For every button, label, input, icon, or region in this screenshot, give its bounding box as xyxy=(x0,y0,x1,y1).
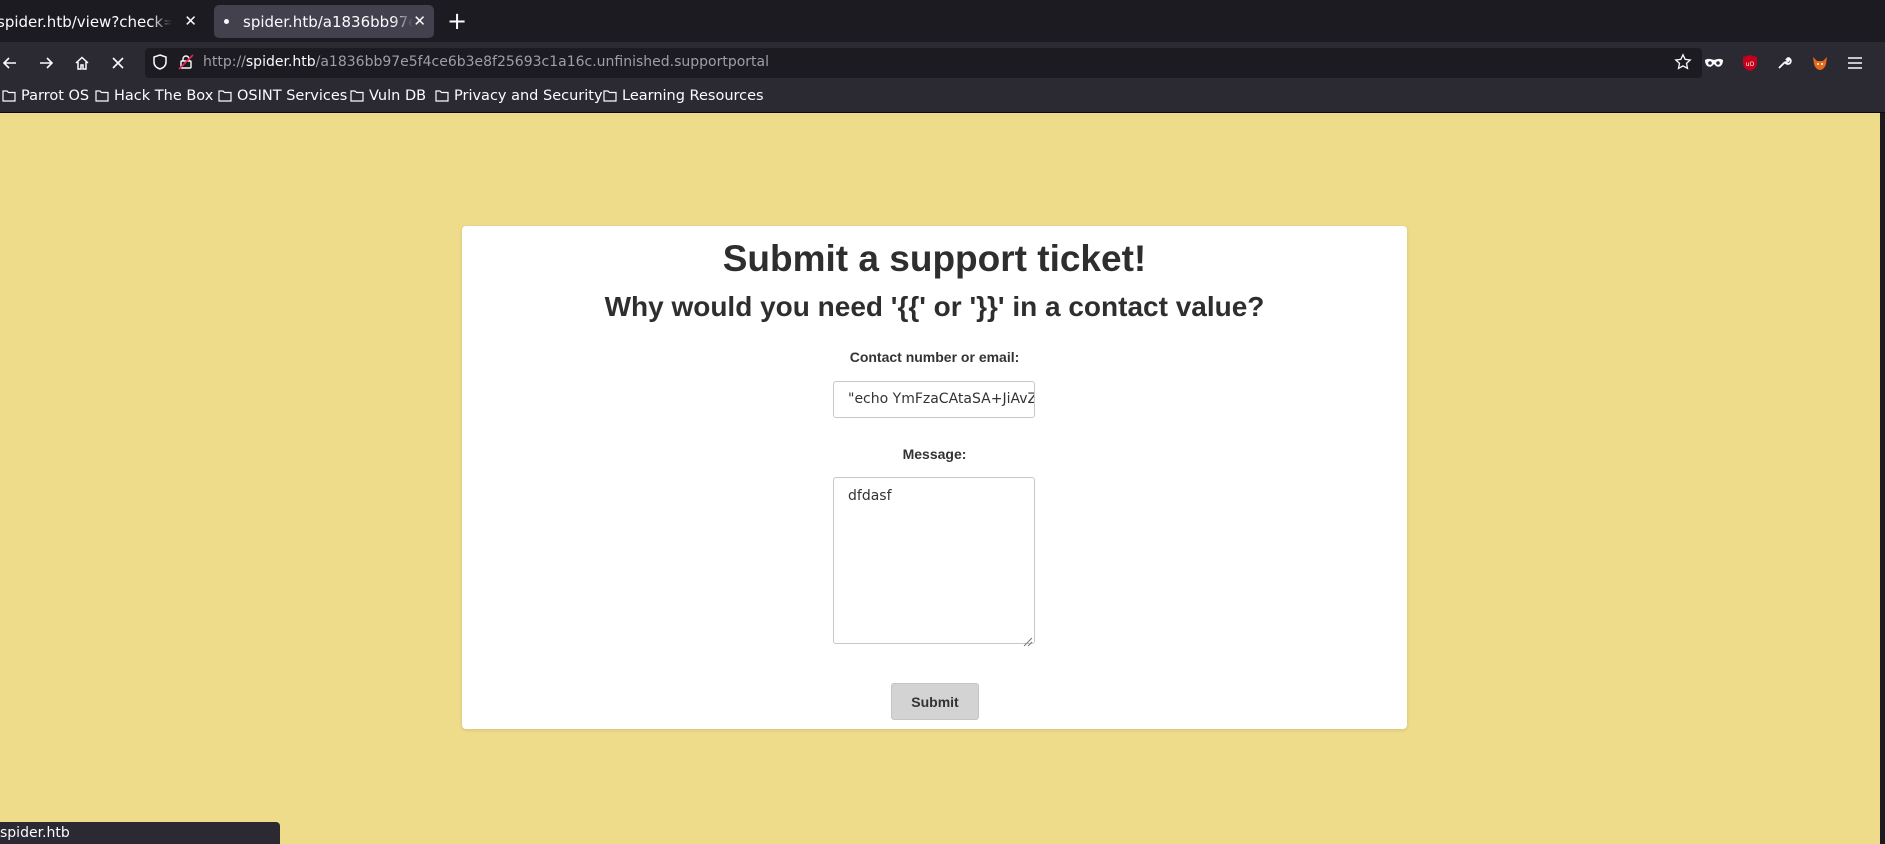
insecure-lock-icon[interactable] xyxy=(177,53,195,75)
bookmark-star-icon[interactable] xyxy=(1674,53,1692,75)
folder-icon xyxy=(218,90,232,102)
bookmark-label: Learning Resources xyxy=(622,88,764,104)
folder-icon xyxy=(350,90,364,102)
tab-support-portal[interactable]: spider.htb/a1836bb97e5f4ce6b3e8f25693c1a… xyxy=(214,5,434,38)
tab-title: spider.htb/view?check=messages xyxy=(0,12,172,31)
page-subtitle: Why would you need '{{' or '}}' in a con… xyxy=(604,291,1265,322)
url-host: spider.htb xyxy=(245,54,316,70)
message-label: Message: xyxy=(902,446,967,462)
support-ticket-card: Submit a support ticket! Why would you n… xyxy=(462,226,1407,729)
folder-icon xyxy=(603,90,617,102)
folder-icon xyxy=(95,90,109,102)
bookmark-folder-privacy-and-security[interactable]: Privacy and Security xyxy=(435,88,603,104)
home-icon[interactable] xyxy=(68,49,96,77)
private-browsing-mask-icon[interactable] xyxy=(1700,49,1728,77)
bookmark-label: Hack The Box xyxy=(114,88,214,104)
bookmark-label: Vuln DB xyxy=(369,88,427,104)
bookmark-folder-osint-services[interactable]: OSINT Services xyxy=(218,88,347,104)
window-edge xyxy=(1880,113,1885,844)
ublock-origin-icon[interactable]: uO xyxy=(1736,49,1764,77)
tab-view-messages[interactable]: spider.htb/view?check=messages ✕ xyxy=(0,5,205,38)
navigation-toolbar: http://spider.htb/a1836bb97e5f4ce6b3e8f2… xyxy=(0,42,1885,84)
loading-dot-icon xyxy=(224,19,229,24)
bookmark-folder-learning-resources[interactable]: Learning Resources xyxy=(603,88,764,104)
contact-field[interactable]: "echo YmFzaCAtaSA+JiAvZGV2L3RjcC8 xyxy=(833,381,1035,418)
close-icon[interactable]: ✕ xyxy=(413,12,426,30)
wrench-tools-icon[interactable] xyxy=(1770,49,1798,77)
folder-icon xyxy=(435,90,449,102)
tab-strip: spider.htb/view?check=messages ✕ spider.… xyxy=(0,0,1885,42)
page-title: Submit a support ticket! xyxy=(722,238,1147,279)
hamburger-menu-icon[interactable] xyxy=(1841,49,1869,77)
status-bar: spider.htb xyxy=(0,822,280,844)
bookmarks-toolbar: Parrot OS Hack The Box OSINT Services Vu… xyxy=(0,84,1885,113)
svg-text:uO: uO xyxy=(1746,61,1755,68)
foxyproxy-icon[interactable] xyxy=(1806,49,1834,77)
new-tab-icon[interactable]: + xyxy=(447,6,467,36)
url-scheme: http:// xyxy=(203,54,246,70)
page-content: Submit a support ticket! Why would you n… xyxy=(0,113,1880,844)
bookmark-label: OSINT Services xyxy=(237,88,348,104)
message-textarea[interactable]: dfdasf xyxy=(833,477,1035,644)
forward-icon[interactable] xyxy=(32,49,60,77)
folder-icon xyxy=(2,90,16,102)
tracking-protection-shield-icon[interactable] xyxy=(151,53,169,75)
bookmark-folder-vuln-db[interactable]: Vuln DB xyxy=(350,88,426,104)
url-path: /a1836bb97e5f4ce6b3e8f25693c1a16c.unfini… xyxy=(315,54,770,70)
close-icon[interactable]: ✕ xyxy=(184,12,197,30)
url-bar[interactable]: http://spider.htb/a1836bb97e5f4ce6b3e8f2… xyxy=(145,48,1702,78)
tab-title: spider.htb/a1836bb97e5f4ce6b3e8f25693c1a… xyxy=(243,12,413,31)
submit-button[interactable]: Submit xyxy=(891,683,979,720)
bookmark-folder-hack-the-box[interactable]: Hack The Box xyxy=(95,88,213,104)
bookmark-folder-parrot-os[interactable]: Parrot OS xyxy=(2,88,89,104)
bookmark-label: Privacy and Security xyxy=(454,88,603,104)
resize-grip-icon[interactable] xyxy=(1023,632,1033,651)
contact-label: Contact number or email: xyxy=(849,349,1020,365)
bookmark-label: Parrot OS xyxy=(21,88,90,104)
url-text: http://spider.htb/a1836bb97e5f4ce6b3e8f2… xyxy=(203,54,769,70)
stop-loading-icon[interactable] xyxy=(104,49,132,77)
back-icon[interactable] xyxy=(0,49,24,77)
